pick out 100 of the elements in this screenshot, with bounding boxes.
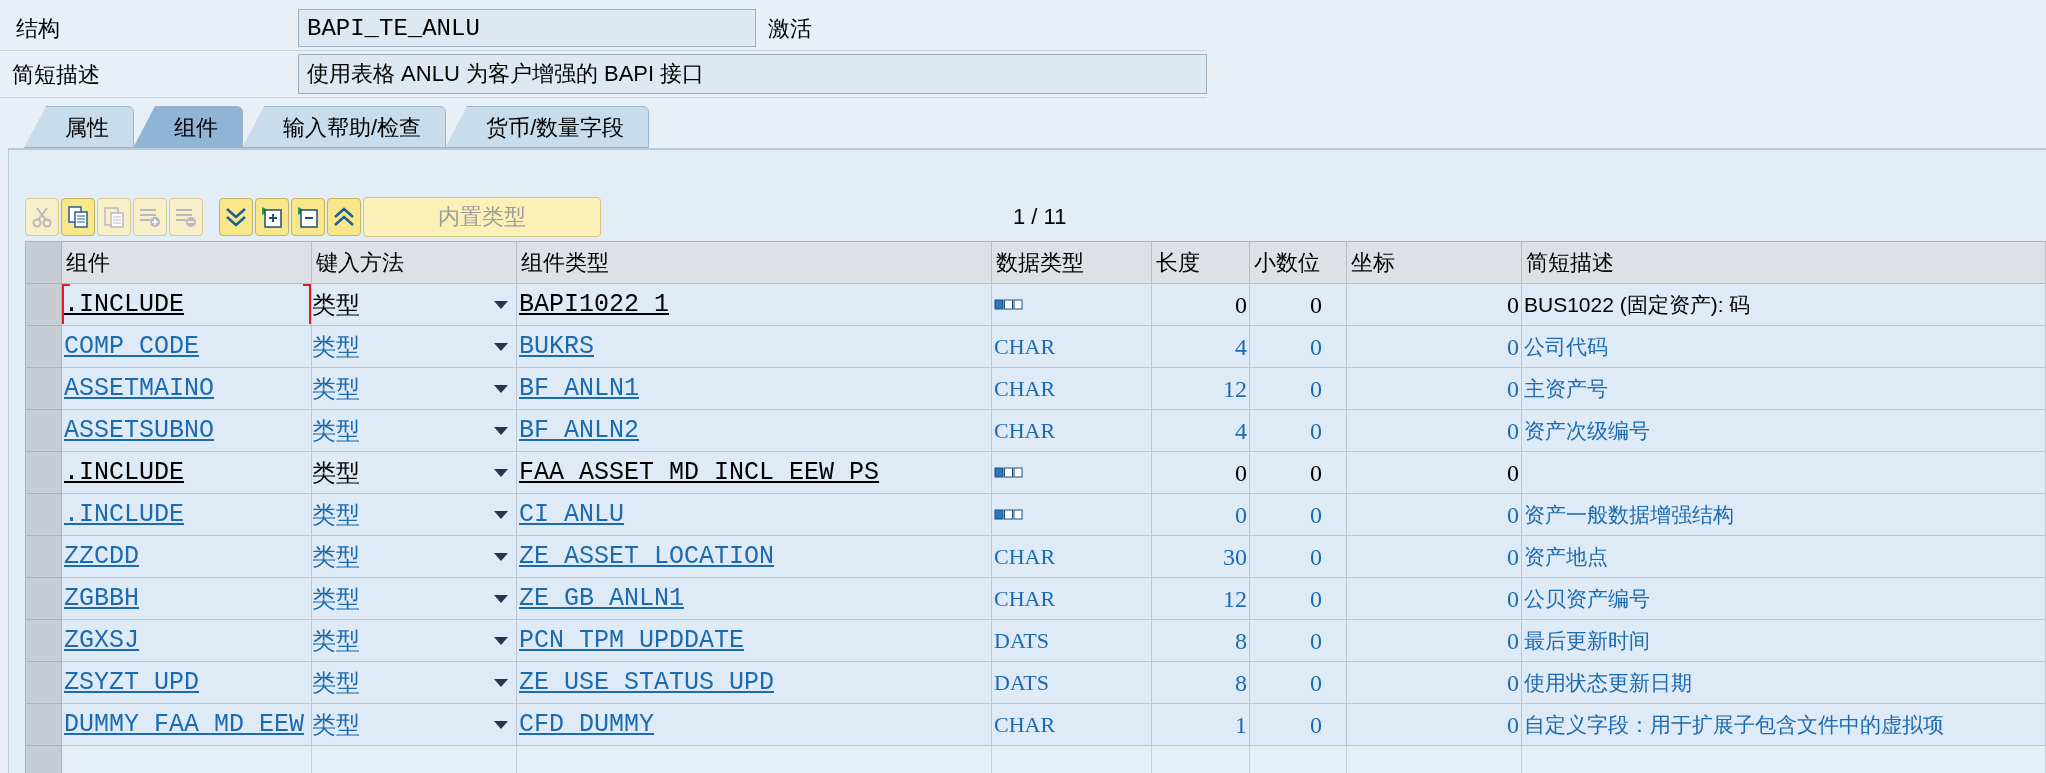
dropdown-caret-icon[interactable]	[494, 636, 508, 645]
component-link[interactable]: ASSETMAINO	[64, 369, 215, 408]
decimals-value: 0	[1310, 374, 1322, 404]
coordinate-value: 0	[1507, 542, 1519, 572]
decimals-value: 0	[1310, 584, 1322, 614]
component-link[interactable]: ASSETSUBNO	[64, 411, 215, 450]
tab[interactable]: 输入帮助/检查	[242, 106, 447, 148]
component-type-link[interactable]: BUKRS	[519, 327, 594, 366]
page-counter: 1 / 11	[1013, 203, 1067, 231]
dropdown-caret-icon[interactable]	[494, 426, 508, 435]
component-type-link[interactable]: BF_ANLN2	[519, 411, 640, 450]
column-header[interactable]: 简短描述	[1522, 242, 2046, 284]
decimals-value: 0	[1310, 626, 1322, 656]
decimals-value: 0	[1310, 668, 1322, 698]
decimals-value: 0	[1310, 710, 1322, 740]
entry-method-value: 类型	[312, 500, 360, 530]
description-label: 简短描述	[11, 60, 101, 89]
data-type-value: CHAR	[994, 333, 1056, 361]
length-value: 8	[1235, 626, 1247, 656]
expand-button[interactable]	[255, 197, 289, 236]
tab[interactable]: 属性	[24, 106, 134, 148]
dropdown-caret-icon[interactable]	[494, 468, 508, 477]
structure-icon	[994, 508, 1024, 521]
component-type-link[interactable]: BAPI1022_1	[519, 285, 670, 324]
coordinate-value: 0	[1507, 710, 1519, 740]
column-header[interactable]: 组件	[62, 242, 312, 284]
component-link[interactable]: ZSYZT_UPD	[64, 663, 200, 702]
copy-icon	[66, 204, 90, 229]
tab[interactable]: 货币/数量字段	[445, 106, 650, 148]
component-type-link[interactable]: ZE_USE_STATUS_UPD	[519, 663, 775, 702]
coordinate-value: 0	[1507, 374, 1519, 404]
column-header[interactable]: 长度	[1152, 242, 1250, 284]
entry-method-value: 类型	[312, 626, 360, 656]
up-button[interactable]	[327, 197, 361, 236]
data-type-value: CHAR	[994, 417, 1056, 445]
entry-method-value: 类型	[312, 710, 360, 740]
component-link[interactable]: COMP_CODE	[64, 327, 200, 366]
length-value: 4	[1235, 416, 1247, 446]
component-type-link[interactable]: FAA_ASSET_MD_INCL_EEW_PS	[519, 453, 880, 492]
coordinate-value: 0	[1507, 626, 1519, 656]
tab[interactable]: 组件	[133, 106, 243, 148]
component-link[interactable]: .INCLUDE	[64, 285, 185, 324]
component-link[interactable]: .INCLUDE	[64, 453, 185, 492]
component-type-link[interactable]: BF_ANLN1	[519, 369, 640, 408]
description-value: 公司代码	[1524, 333, 1608, 360]
column-header[interactable]: 数据类型	[992, 242, 1152, 284]
status-text: 激活	[768, 14, 812, 43]
component-link[interactable]: ZGBBH	[64, 579, 139, 618]
coordinate-value: 0	[1507, 584, 1519, 614]
length-value: 4	[1235, 332, 1247, 362]
dropdown-caret-icon[interactable]	[494, 510, 508, 519]
length-value: 8	[1235, 668, 1247, 698]
coordinate-value: 0	[1507, 668, 1519, 698]
decimals-value: 0	[1310, 290, 1322, 320]
component-type-link[interactable]: CI_ANLU	[519, 495, 625, 534]
component-type-link[interactable]: PCN_TPM_UPDDATE	[519, 621, 745, 660]
dropdown-caret-icon[interactable]	[494, 552, 508, 561]
entry-method-value: 类型	[312, 668, 360, 698]
structure-label: 结构	[15, 14, 61, 43]
entry-method-value: 类型	[312, 290, 360, 320]
description-field[interactable]: 使用表格 ANLU 为客户增强的 BAPI 接口	[298, 54, 1207, 94]
component-type-link[interactable]: ZE_GB_ANLN1	[519, 579, 685, 618]
data-type-value: DATS	[994, 627, 1049, 655]
dropdown-caret-icon[interactable]	[494, 300, 508, 309]
entry-method-value: 类型	[312, 416, 360, 446]
column-header[interactable]: 组件类型	[517, 242, 992, 284]
component-link[interactable]: .INCLUDE	[64, 495, 185, 534]
entry-method-value: 类型	[312, 584, 360, 614]
structure-field[interactable]: BAPI_TE_ANLU	[298, 9, 756, 47]
dropdown-caret-icon[interactable]	[494, 594, 508, 603]
dropdown-caret-icon[interactable]	[494, 678, 508, 687]
structure-icon	[994, 298, 1024, 311]
column-header[interactable]: 键入方法	[312, 242, 517, 284]
dropdown-caret-icon[interactable]	[494, 720, 508, 729]
collapse-button[interactable]	[291, 197, 325, 236]
down-button[interactable]	[219, 197, 253, 236]
coordinate-value: 0	[1507, 416, 1519, 446]
dropdown-caret-icon[interactable]	[494, 342, 508, 351]
coordinate-value: 0	[1507, 332, 1519, 362]
column-header[interactable]: 坐标	[1347, 242, 1522, 284]
description-value: 资产地点	[1524, 543, 1608, 570]
length-value: 0	[1235, 458, 1247, 488]
decimals-value: 0	[1310, 416, 1322, 446]
decimals-value: 0	[1310, 458, 1322, 488]
entry-method-value: 类型	[312, 374, 360, 404]
component-type-link[interactable]: ZE_ASSET_LOCATION	[519, 537, 775, 576]
description-value: 最后更新时间	[1524, 627, 1650, 654]
component-type-link[interactable]: CFD_DUMMY	[519, 705, 655, 744]
component-link[interactable]: ZZCDD	[64, 537, 139, 576]
copy-button[interactable]	[61, 197, 95, 236]
length-value: 12	[1223, 584, 1247, 614]
length-value: 0	[1235, 290, 1247, 320]
entry-method-value: 类型	[312, 458, 360, 488]
dropdown-caret-icon[interactable]	[494, 384, 508, 393]
column-header[interactable]: 小数位	[1250, 242, 1347, 284]
component-link[interactable]: ZGXSJ	[64, 621, 139, 660]
length-value: 0	[1235, 500, 1247, 530]
component-link[interactable]: DUMMY_FAA_MD_EEW	[64, 705, 305, 744]
data-type-value: CHAR	[994, 543, 1056, 571]
coordinate-value: 0	[1507, 500, 1519, 530]
